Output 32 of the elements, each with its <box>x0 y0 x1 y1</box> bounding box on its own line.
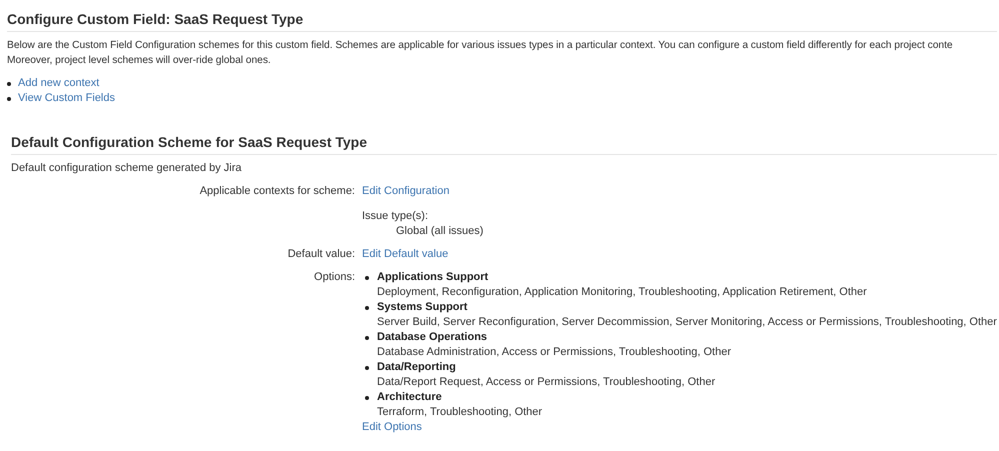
bullet-icon <box>7 96 11 100</box>
option-name: Systems Support <box>377 300 468 315</box>
link[interactable]: Add new context <box>18 76 100 91</box>
option-values: Terraform, Troubleshooting, Other <box>377 405 542 420</box>
option-name: Data/Reporting <box>377 360 456 375</box>
bullet-icon <box>7 82 11 86</box>
edit-configuration-link[interactable]: Edit Configuration <box>362 184 450 199</box>
issue-types-value: Global (all issues) <box>395 224 484 239</box>
option-name: Architecture <box>377 390 442 405</box>
bullet-icon <box>365 276 369 280</box>
link[interactable]: View Custom Fields <box>18 91 115 106</box>
bullet-icon <box>365 396 369 400</box>
scheme-description: Default configuration scheme generated by Jira <box>11 162 242 174</box>
page-title: Configure Custom Field: SaaS Request Type <box>7 10 997 32</box>
option-values: Deployment, Reconfiguration, Application Monitoring, Troubleshooting, Application Retirement, Other <box>377 285 867 300</box>
description-text: Moreover, project level schemes will over-ride global ones. <box>7 54 272 68</box>
bullet-icon <box>365 306 369 310</box>
option-values: Database Administration, Access or Permissions, Troubleshooting, Other <box>377 345 732 360</box>
bullet-icon <box>365 336 369 340</box>
edit-options-link[interactable]: Edit Options <box>362 420 422 435</box>
option-values: Server Build, Server Reconfiguration, Server Decommission, Server Monitoring, Access or Permissions, Troubleshooting, Other <box>377 315 997 330</box>
bullet-icon <box>365 366 369 370</box>
description-text: Below are the Custom Field Configuration schemes for this custom field. Schemes are applicable for various issues types in a particular context. You can configure a custom field differently for each project conte <box>7 39 954 53</box>
section-title: Default Configuration Scheme for SaaS Request Type <box>11 133 997 155</box>
option-name: Database Operations <box>377 330 488 345</box>
field-label: Default value: <box>288 247 355 262</box>
issue-types-label: Issue type(s): <box>362 209 428 224</box>
field-label: Applicable contexts for scheme: <box>200 184 355 199</box>
edit-default-value-link[interactable]: Edit Default value <box>362 247 448 262</box>
option-values: Data/Report Request, Access or Permissions, Troubleshooting, Other <box>377 375 716 390</box>
option-name: Applications Support <box>377 270 488 285</box>
field-label: Options: <box>314 270 355 285</box>
